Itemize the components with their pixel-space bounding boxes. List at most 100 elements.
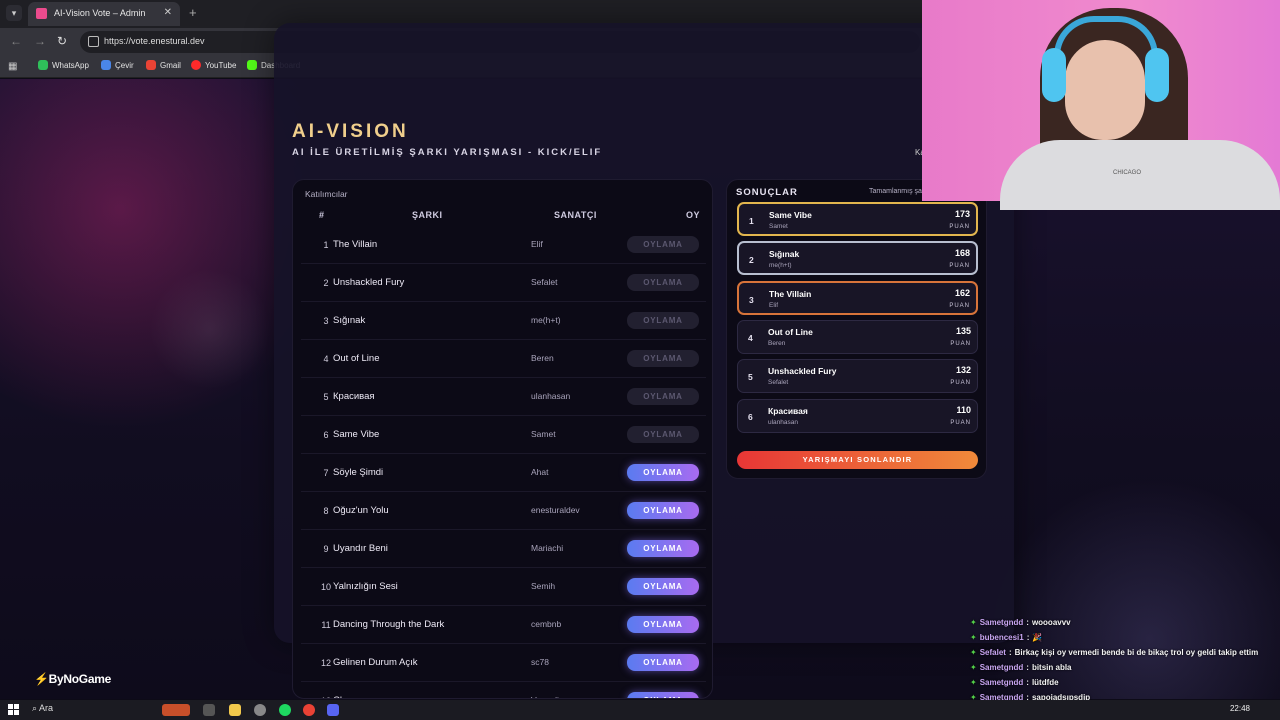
result-points: 168 xyxy=(954,248,970,259)
chat-separator: : xyxy=(1026,678,1029,687)
result-item: 5 Unshackled Fury Sefalet 132 PUAN xyxy=(737,359,978,394)
table-row: 3 Sığınak me(h+t) OYLAMA xyxy=(301,302,706,340)
song-title: The Villain xyxy=(333,239,378,250)
kick-icon xyxy=(247,60,257,70)
chrome-icon[interactable] xyxy=(303,704,315,716)
brand-title: AI-VISION xyxy=(292,121,409,142)
vote-button[interactable]: OYLAMA xyxy=(627,502,699,519)
chat-username[interactable]: Sametgndd xyxy=(980,678,1024,687)
table-row: 7 Söyle Şimdi Ahat OYLAMA xyxy=(301,454,706,492)
artist-name: ulanhasan xyxy=(531,391,571,401)
favicon-icon xyxy=(36,8,47,19)
vote-button[interactable]: OYLAMA xyxy=(627,692,699,698)
points-label: PUAN xyxy=(950,380,971,387)
table-row: 9 Uyandır Beni Mariachi OYLAMA xyxy=(301,530,706,568)
vote-button[interactable]: OYLAMA xyxy=(627,236,699,253)
result-item: 4 Out of Line Beren 135 PUAN xyxy=(737,319,978,354)
vote-button[interactable]: OYLAMA xyxy=(627,616,699,633)
tab-search-icon[interactable]: ▾ xyxy=(6,5,22,21)
table-row: 10 Yalnızlığın Sesi Semih OYLAMA xyxy=(301,568,706,606)
bookmark-youtube[interactable]: YouTube xyxy=(191,60,236,70)
obs-icon[interactable] xyxy=(254,704,266,716)
vote-button[interactable]: OYLAMA xyxy=(627,388,699,405)
table-row: 1 The Villain Elif OYLAMA xyxy=(301,226,706,264)
site-info-icon[interactable] xyxy=(88,36,99,47)
apps-grid-icon[interactable]: ▦ xyxy=(8,61,17,72)
vote-button[interactable]: OYLAMA xyxy=(627,654,699,671)
table-row: 5 Красивая ulanhasan OYLAMA xyxy=(301,378,706,416)
taskbar-search[interactable]: ⌕ Ara xyxy=(32,703,53,714)
vote-button[interactable]: OYLAMA xyxy=(627,426,699,443)
vote-button[interactable]: OYLAMA xyxy=(627,578,699,595)
result-points: 173 xyxy=(954,209,970,219)
song-title: Söyle Şimdi xyxy=(333,467,384,478)
chat-text: Birkaç kişi oy vermedi bende bi de bikaç… xyxy=(1014,648,1259,657)
song-title: Oğuz'un Yolu xyxy=(333,505,389,516)
vote-button[interactable]: OYLAMA xyxy=(627,274,699,291)
chat-message: ✦ Sametgndd: bitsin abla xyxy=(970,660,1270,675)
end-contest-button[interactable]: YARIŞMAYI SONLANDIR xyxy=(737,451,978,469)
vote-button[interactable]: OYLAMA xyxy=(627,312,699,329)
forward-icon[interactable]: → xyxy=(34,34,46,48)
file-explorer-icon[interactable] xyxy=(229,704,241,716)
song-title: Uyandır Beni xyxy=(333,543,388,554)
song-title: Dancing Through the Dark xyxy=(333,619,445,630)
vote-button[interactable]: OYLAMA xyxy=(627,464,699,481)
result-artist: Sefalet xyxy=(768,379,789,387)
bookmark-gmail[interactable]: Gmail xyxy=(146,60,181,70)
chat-username[interactable]: Sametgndd xyxy=(980,663,1024,672)
points-label: PUAN xyxy=(950,340,971,347)
vote-button[interactable]: OYLAMA xyxy=(627,540,699,557)
chat-username[interactable]: Sefalet xyxy=(980,648,1006,657)
song-title: Красивая xyxy=(333,391,375,402)
bookmark-whatsapp[interactable]: WhatsApp xyxy=(38,60,89,70)
bookmark-cevir[interactable]: Çevir xyxy=(101,60,134,70)
table-row: 2 Unshackled Fury Sefalet OYLAMA xyxy=(301,264,706,302)
results-status: Tamamlanmış şa xyxy=(869,188,922,195)
discord-icon[interactable] xyxy=(327,704,339,716)
table-row: 6 Same Vibe Samet OYLAMA xyxy=(301,416,706,454)
artist-name: Sefalet xyxy=(531,277,558,287)
tab-title: AI-Vision Vote – Admin xyxy=(54,8,146,18)
search-highlight-icon[interactable] xyxy=(162,704,190,716)
browser-tab[interactable]: AI-Vision Vote – Admin ✕ xyxy=(28,2,180,26)
task-view-icon[interactable] xyxy=(203,704,215,716)
result-song: The Villain xyxy=(769,288,812,299)
result-rank: 5 xyxy=(748,372,753,383)
result-artist: Beren xyxy=(768,339,786,347)
result-song: Out of Line xyxy=(768,326,813,337)
table-row: 13ChaosVengeliOYLAMA xyxy=(301,682,706,698)
spotify-icon[interactable] xyxy=(279,704,291,716)
close-tab-icon[interactable]: ✕ xyxy=(164,7,172,18)
column-header-vote: OY xyxy=(686,210,701,220)
column-header-song: ŞARKI xyxy=(412,210,443,220)
result-song: Sığınak xyxy=(769,249,800,260)
chat-text: bitsin abla xyxy=(1031,663,1072,672)
song-title: Sığınak xyxy=(333,315,366,326)
windows-start-icon[interactable] xyxy=(8,704,19,715)
result-artist: ulanhasan xyxy=(768,418,798,426)
result-rank: 1 xyxy=(749,216,754,226)
artist-name: me(h+t) xyxy=(531,315,561,325)
song-title: Chaos xyxy=(333,695,360,698)
artist-name: Beren xyxy=(531,353,554,363)
results-card: SONUÇLAR Tamamlanmış şa 1 Same Vibe Samet 1… xyxy=(726,179,987,479)
result-points: 162 xyxy=(954,287,970,298)
song-title: Unshackled Fury xyxy=(333,277,405,288)
youtube-icon xyxy=(191,60,201,70)
chat-username[interactable]: bubencesi1 xyxy=(980,633,1024,642)
chat-username[interactable]: Sametgndd xyxy=(980,618,1024,627)
table-row: 12 Gelinen Durum Açık sc78 OYLAMA xyxy=(301,644,706,682)
chat-message: ✦ Sefalet: Birkaç kişi oy vermedi bende bi… xyxy=(970,645,1270,660)
new-tab-icon[interactable]: + xyxy=(189,5,197,20)
chat-separator: : xyxy=(1008,648,1012,657)
result-item: 6 Красивая ulanhasan 110 PUAN xyxy=(737,398,978,433)
vote-button[interactable]: OYLAMA xyxy=(627,350,699,367)
chat-separator: : xyxy=(1026,618,1029,627)
chat-message: ✦ Sametgndd: lütdfde xyxy=(970,675,1270,690)
reload-icon[interactable]: ↻ xyxy=(57,34,67,48)
bynogame-logo: ⚡ByNoGame xyxy=(34,672,111,686)
chat-separator: : xyxy=(1026,633,1030,642)
back-icon[interactable]: ← xyxy=(10,34,22,48)
gmail-icon xyxy=(146,60,156,70)
